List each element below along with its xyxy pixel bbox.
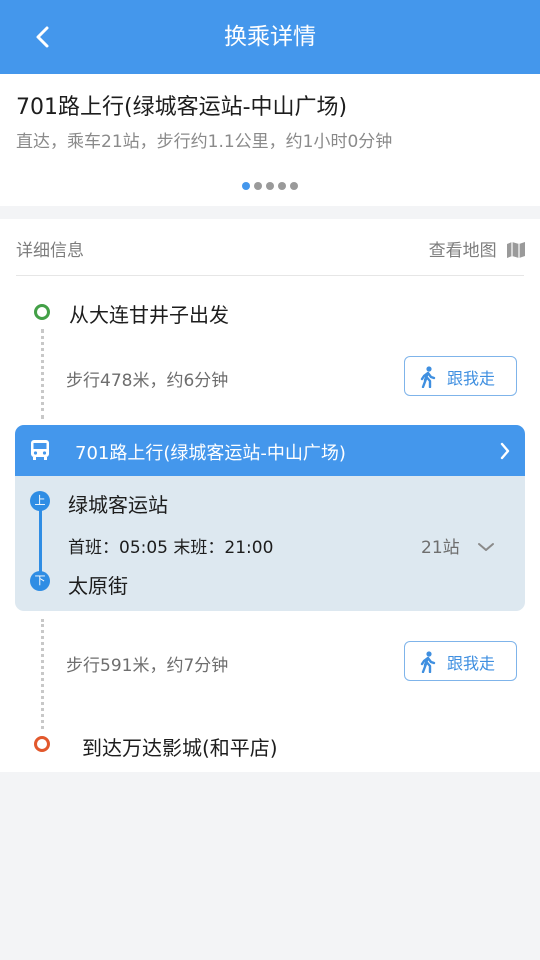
route-summary[interactable]: 701路上行(绿城客运站-中山广场) 直达，乘车21站，步行约1.1公里，约1小… bbox=[0, 74, 540, 206]
follow-me-label: 跟我走 bbox=[447, 369, 496, 388]
page-dot[interactable] bbox=[266, 182, 274, 190]
page-indicator[interactable] bbox=[0, 182, 540, 190]
alight-stop-name: 太原街 bbox=[68, 574, 128, 598]
page-dot-active[interactable] bbox=[242, 182, 250, 190]
service-times: 首班：05:05 末班：21:00 bbox=[68, 538, 274, 558]
walk-path-line bbox=[41, 329, 44, 419]
route-description: 直达，乘车21站，步行约1.1公里，约1小时0分钟 bbox=[16, 132, 393, 152]
page-title: 换乘详情 bbox=[224, 24, 316, 50]
end-label: 到达万达影城(和平店) bbox=[82, 736, 278, 760]
walking-person-icon bbox=[420, 651, 436, 673]
start-label: 从大连甘井子出发 bbox=[69, 303, 229, 327]
alight-stop-badge: 下 bbox=[30, 571, 50, 591]
route-name: 701路上行(绿城客运站-中山广场) bbox=[16, 95, 348, 120]
walk-path-line bbox=[41, 619, 44, 729]
bus-line-header[interactable]: 701路上行(绿城客运站-中山广场) bbox=[15, 425, 525, 476]
follow-me-label: 跟我走 bbox=[447, 654, 496, 673]
end-point-icon bbox=[34, 736, 50, 752]
walk-info: 步行478米，约6分钟 bbox=[66, 371, 229, 391]
page-dot[interactable] bbox=[290, 182, 298, 190]
bus-segment-card: 701路上行(绿城客运站-中山广场) 上 绿城客运站 首班：05:05 末班：2… bbox=[15, 425, 525, 611]
page-dot[interactable] bbox=[278, 182, 286, 190]
follow-me-button[interactable]: 跟我走 bbox=[404, 356, 517, 396]
follow-me-button[interactable]: 跟我走 bbox=[404, 641, 517, 681]
walking-person-icon bbox=[420, 366, 436, 388]
view-map-link[interactable]: 查看地图 bbox=[429, 236, 526, 261]
bus-line-name: 701路上行(绿城客运站-中山广场) bbox=[75, 443, 346, 464]
stop-count: 21站 bbox=[421, 538, 460, 558]
page-dot[interactable] bbox=[254, 182, 262, 190]
detail-section: 详细信息 查看地图 从大连甘井子出发 步行478米，约6分钟 跟我走 701路上… bbox=[0, 219, 540, 772]
section-title: 详细信息 bbox=[16, 241, 84, 261]
view-map-label: 查看地图 bbox=[428, 241, 497, 261]
map-icon bbox=[507, 242, 525, 258]
chevron-down-icon bbox=[478, 543, 495, 551]
chevron-right-icon bbox=[500, 442, 510, 460]
walk-info: 步行591米，约7分钟 bbox=[66, 656, 229, 676]
divider bbox=[16, 275, 524, 276]
board-stop-badge: 上 bbox=[30, 491, 50, 511]
bus-icon bbox=[31, 440, 49, 460]
expand-stops-button[interactable]: 21站 bbox=[421, 533, 495, 558]
top-bar: 换乘详情 bbox=[0, 0, 540, 74]
start-point-icon bbox=[34, 304, 50, 320]
board-stop-name: 绿城客运站 bbox=[68, 493, 168, 517]
